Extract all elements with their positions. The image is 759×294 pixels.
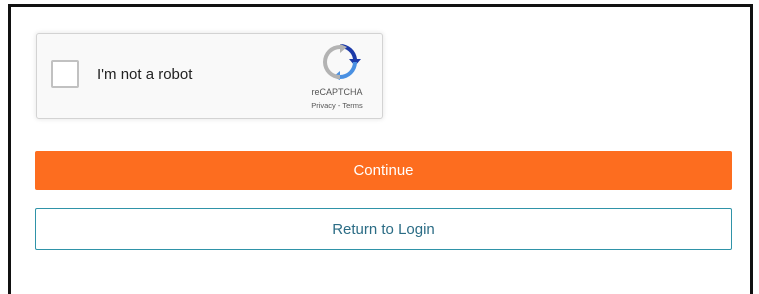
continue-button[interactable]: Continue <box>35 151 732 190</box>
recaptcha-logo-icon <box>323 44 361 80</box>
recaptcha-checkbox-label: I'm not a robot <box>97 66 193 83</box>
return-to-login-button[interactable]: Return to Login <box>35 208 732 250</box>
recaptcha-widget: I'm not a robot reCAPTCHA Privacy - Term… <box>36 33 383 119</box>
privacy-link[interactable]: Privacy <box>311 101 336 110</box>
recaptcha-checkbox[interactable] <box>51 60 79 88</box>
recaptcha-links: Privacy - Terms <box>297 101 377 110</box>
terms-link[interactable]: Terms <box>342 101 362 110</box>
recaptcha-brand: reCAPTCHA <box>311 87 363 97</box>
